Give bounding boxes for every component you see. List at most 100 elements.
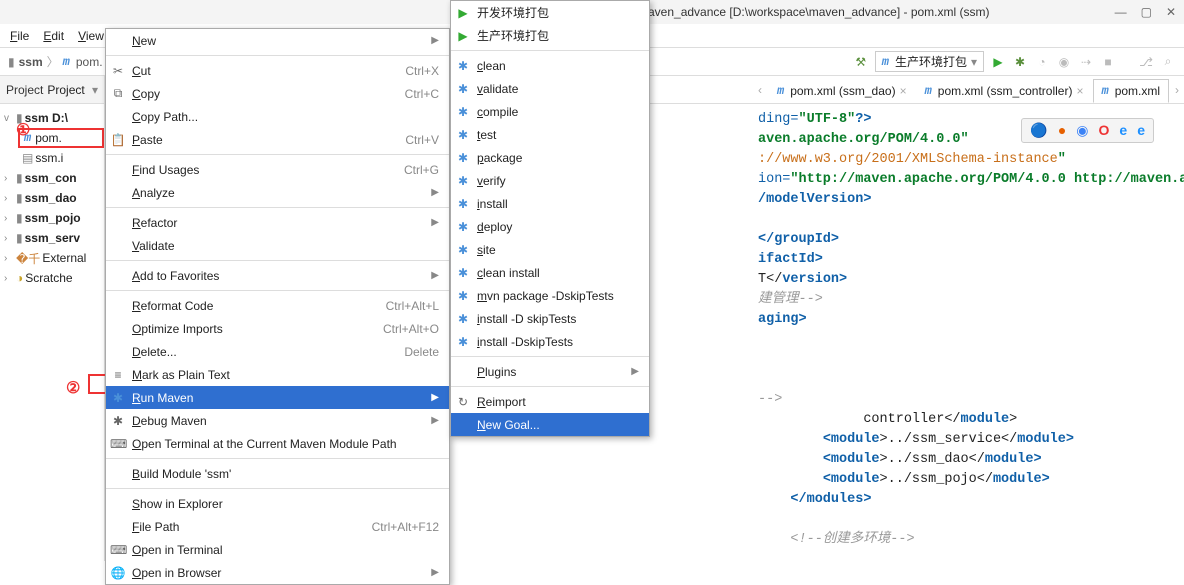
build-hammer-icon[interactable]: ⚒ — [853, 54, 869, 70]
menu-item-label: Optimize Imports — [132, 322, 223, 336]
tab-scroll-left-icon[interactable]: ‹ — [758, 83, 762, 97]
menu-item-clean-install[interactable]: ✱clean install — [451, 261, 649, 284]
menu-item-open-terminal-at-the-current-maven-module-path[interactable]: ⌨Open Terminal at the Current Maven Modu… — [106, 432, 449, 455]
tab-scroll-right-icon[interactable]: › — [1175, 83, 1179, 97]
gear-icon: ✱ — [455, 220, 471, 234]
firefox-icon[interactable]: ● — [1058, 122, 1066, 139]
menu-item-copy[interactable]: ⧉CopyCtrl+C — [106, 82, 449, 105]
menu-item-open-in-browser[interactable]: 🌐Open in Browser▶ — [106, 561, 449, 584]
minimize-button[interactable]: — — [1115, 5, 1127, 19]
breadcrumb[interactable]: ▮ ssm 〉 m pom. — [8, 53, 103, 70]
debug-icon[interactable]: ✱ — [1012, 54, 1028, 70]
run-maven-submenu[interactable]: ▶开发环境打包▶生产环境打包✱clean✱validate✱compile✱te… — [450, 0, 650, 437]
chevron-right-icon: ▶ — [401, 567, 439, 578]
tab-pom-active[interactable]: mpom.xml — [1093, 79, 1170, 103]
menu-item-clean[interactable]: ✱clean — [451, 54, 649, 77]
menu-item-plugins[interactable]: Plugins▶ — [451, 360, 649, 383]
menu-item-install-dskiptests[interactable]: ✱install -DskipTests — [451, 330, 649, 353]
close-button[interactable]: ✕ — [1166, 5, 1176, 19]
menu-item-validate[interactable]: Validate — [106, 234, 449, 257]
menu-item-test[interactable]: ✱test — [451, 123, 649, 146]
menu-item-run-maven[interactable]: ✱Run Maven▶ — [106, 386, 449, 409]
menu-item-new-goal-[interactable]: New Goal... — [451, 413, 649, 436]
chevron-right-icon: ▶ — [401, 187, 439, 198]
profile-icon[interactable]: ◉ — [1056, 54, 1072, 70]
menu-item-label: Show in Explorer — [132, 497, 223, 511]
menu-item-label: File Path — [132, 520, 179, 534]
run-configuration-select[interactable]: m 生产环境打包 ▾ — [875, 51, 984, 72]
tree-item-external: ›�千External — [0, 248, 104, 268]
stop-icon[interactable]: ■ — [1100, 54, 1116, 70]
menu-item-label: New Goal... — [477, 418, 540, 432]
✂-icon: ✂ — [110, 64, 126, 78]
safari-icon[interactable]: ◉ — [1076, 122, 1088, 139]
menu-item-package[interactable]: ✱package — [451, 146, 649, 169]
menu-item-refactor[interactable]: Refactor▶ — [106, 211, 449, 234]
menu-item-install[interactable]: ✱install — [451, 192, 649, 215]
maximize-button[interactable]: ▢ — [1141, 5, 1152, 19]
menu-item-find-usages[interactable]: Find UsagesCtrl+G — [106, 158, 449, 181]
menu-item-show-in-explorer[interactable]: Show in Explorer — [106, 492, 449, 515]
attach-icon[interactable]: ⇢ — [1078, 54, 1094, 70]
search-icon[interactable]: ⌕ — [1160, 54, 1176, 70]
term-icon: ⌨ — [110, 543, 126, 557]
menu-item-label: Open in Browser — [132, 566, 221, 580]
menu-item-label: Validate — [132, 239, 175, 253]
menu-item-add-to-favorites[interactable]: Add to Favorites▶ — [106, 264, 449, 287]
menu-item-file-path[interactable]: File PathCtrl+Alt+F12 — [106, 515, 449, 538]
tab-pom-controller[interactable]: mpom.xml (ssm_controller)× — [916, 79, 1093, 103]
menu-item-paste[interactable]: 📋PasteCtrl+V — [106, 128, 449, 151]
ie-icon[interactable]: e — [1119, 122, 1127, 139]
gear-icon: ✱ — [455, 82, 471, 96]
gear-icon: ✱ — [455, 197, 471, 211]
menu-item-open-in-terminal[interactable]: ⌨Open in Terminal — [106, 538, 449, 561]
menu-item-install-d-skiptests[interactable]: ✱install -D skipTests — [451, 307, 649, 330]
menu-item-site[interactable]: ✱site — [451, 238, 649, 261]
annotation-2: ② — [66, 378, 80, 398]
menu-item-delete-[interactable]: Delete...Delete — [106, 340, 449, 363]
menu-view[interactable]: View — [78, 29, 104, 43]
menu-item-analyze[interactable]: Analyze▶ — [106, 181, 449, 204]
menu-item-debug-maven[interactable]: ✱Debug Maven▶ — [106, 409, 449, 432]
chevron-right-icon: ▶ — [401, 392, 439, 403]
chevron-right-icon: ▶ — [601, 366, 639, 377]
menu-item-optimize-imports[interactable]: Optimize ImportsCtrl+Alt+O — [106, 317, 449, 340]
run-icon[interactable]: ▶ — [990, 54, 1006, 70]
tab-pom-dao[interactable]: mpom.xml (ssm_dao)× — [768, 79, 916, 103]
close-icon[interactable]: × — [900, 84, 907, 98]
coverage-icon[interactable]: ◔ — [1034, 54, 1050, 70]
menu-item-label: New — [132, 34, 156, 48]
menu-item-new[interactable]: New▶ — [106, 29, 449, 52]
menu-item-label: 生产环境打包 — [477, 27, 549, 44]
menu-item-compile[interactable]: ✱compile — [451, 100, 649, 123]
menu-item-deploy[interactable]: ✱deploy — [451, 215, 649, 238]
menu-item-reimport[interactable]: ↻Reimport — [451, 390, 649, 413]
menu-item--[interactable]: ▶生产环境打包 — [451, 24, 649, 47]
⧉-icon: ⧉ — [110, 86, 126, 101]
git-icon[interactable]: ⎇ — [1138, 54, 1154, 70]
menu-item-label: Open Terminal at the Current Maven Modul… — [132, 437, 397, 451]
menu-item-validate[interactable]: ✱ validate — [451, 77, 649, 100]
project-context-menu[interactable]: New▶✂CutCtrl+X⧉CopyCtrl+CCopy Path...📋Pa… — [105, 28, 450, 585]
close-icon[interactable]: × — [1076, 84, 1083, 98]
opera-icon[interactable]: O — [1099, 122, 1110, 139]
menu-item-mark-as-plain-text[interactable]: ≡Mark as Plain Text — [106, 363, 449, 386]
open-in-browser-bar[interactable]: 🔵 ● ◉ O e e — [1021, 118, 1154, 143]
menu-item-label: validate — [477, 82, 518, 96]
menu-item-copy-path-[interactable]: Copy Path... — [106, 105, 449, 128]
edge-icon[interactable]: e — [1137, 122, 1145, 139]
menu-edit[interactable]: Edit — [43, 29, 64, 43]
bug-icon: ✱ — [110, 414, 126, 428]
menu-item-cut[interactable]: ✂CutCtrl+X — [106, 59, 449, 82]
menu-item-verify[interactable]: ✱verify — [451, 169, 649, 192]
tree-item-pom: mpom. — [18, 128, 104, 148]
menu-item-build-module-ssm-[interactable]: Build Module 'ssm' — [106, 462, 449, 485]
menu-file[interactable]: FFileile — [10, 29, 29, 43]
menu-item-label: Copy Path... — [132, 110, 198, 124]
menu-item--[interactable]: ▶开发环境打包 — [451, 1, 649, 24]
menu-item-reformat-code[interactable]: Reformat CodeCtrl+Alt+L — [106, 294, 449, 317]
menu-item-mvn-package-dskiptests[interactable]: ✱mvn package -DskipTests — [451, 284, 649, 307]
project-header[interactable]: Project Project ▾ — [0, 76, 104, 104]
chrome-icon[interactable]: 🔵 — [1030, 122, 1047, 139]
gear-icon: ✱ — [455, 243, 471, 257]
